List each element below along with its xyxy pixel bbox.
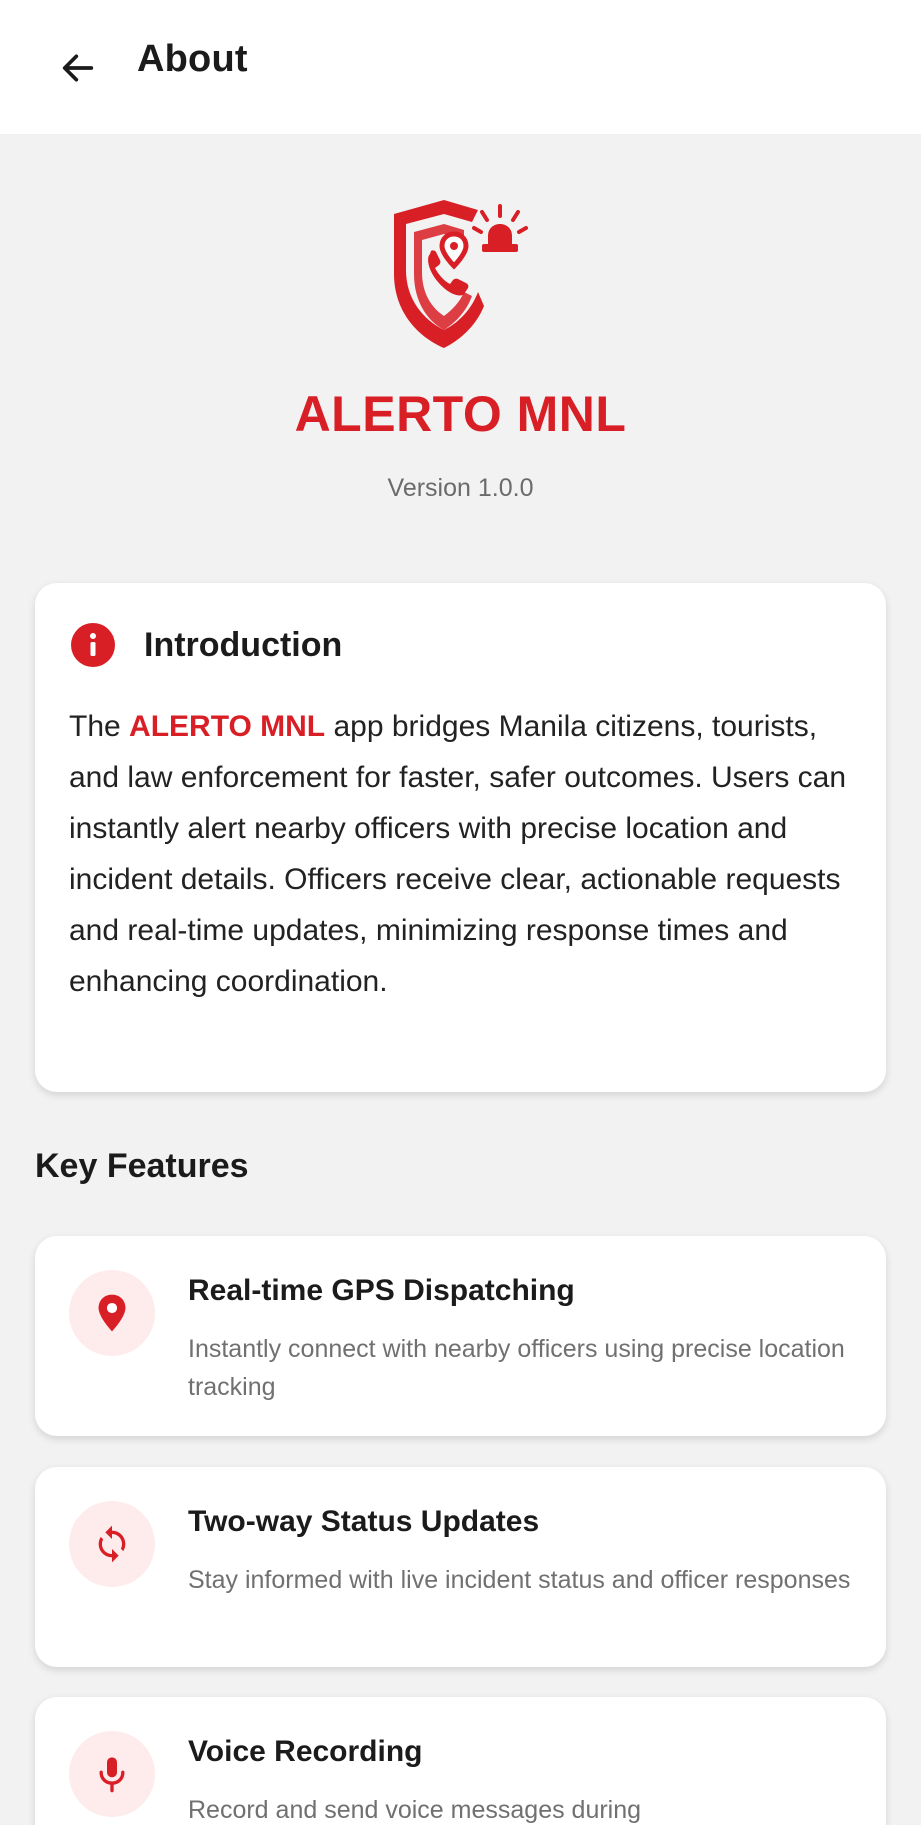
shield-phone-location-siren-logo-icon	[394, 200, 528, 348]
intro-text-after: app bridges Manila citizens, tourists, a…	[69, 710, 847, 998]
feature-description: Instantly connect with nearby officers u…	[188, 1335, 845, 1401]
back-button[interactable]	[50, 40, 106, 96]
info-icon	[71, 623, 115, 667]
intro-brand-name: ALERTO MNL	[129, 710, 326, 743]
sync-icon	[98, 1525, 126, 1563]
top-app-bar: About	[0, 0, 921, 134]
feature-description: Record and send voice messages during	[188, 1796, 642, 1824]
introduction-title: Introduction	[144, 625, 343, 664]
feature-icon-container	[69, 1731, 155, 1817]
feature-card-voice-recording: Voice Recording Record and send voice me…	[35, 1697, 886, 1825]
app-logo	[380, 196, 540, 356]
feature-title: Voice Recording	[188, 1735, 423, 1768]
introduction-header: Introduction	[71, 623, 342, 667]
page-title: About	[137, 38, 248, 80]
intro-text-before: The	[69, 710, 130, 743]
feature-card-gps-dispatching: Real-time GPS Dispatching Instantly conn…	[35, 1236, 886, 1436]
feature-title: Real-time GPS Dispatching	[188, 1274, 575, 1307]
introduction-text: The ALERTO MNL app bridges Manila citize…	[69, 701, 859, 1007]
feature-title: Two-way Status Updates	[188, 1505, 540, 1538]
microphone-icon	[99, 1757, 125, 1793]
info-glyph-icon	[90, 633, 96, 656]
about-screen: About ALERTO MNL Version 1.0.0 Introduct…	[0, 0, 921, 1825]
feature-card-status-updates: Two-way Status Updates Stay informed wit…	[35, 1467, 886, 1667]
feature-icon-container	[69, 1270, 155, 1356]
app-name: ALERTO MNL	[294, 386, 627, 442]
arrow-left-icon	[62, 54, 94, 82]
key-features-title: Key Features	[35, 1147, 249, 1185]
introduction-card: Introduction The ALERTO MNL app bridges …	[35, 583, 886, 1092]
location-pin-icon	[98, 1294, 126, 1332]
feature-icon-container	[69, 1501, 155, 1587]
app-version: Version 1.0.0	[387, 474, 534, 502]
feature-description: Stay informed with live incident status …	[188, 1566, 851, 1594]
